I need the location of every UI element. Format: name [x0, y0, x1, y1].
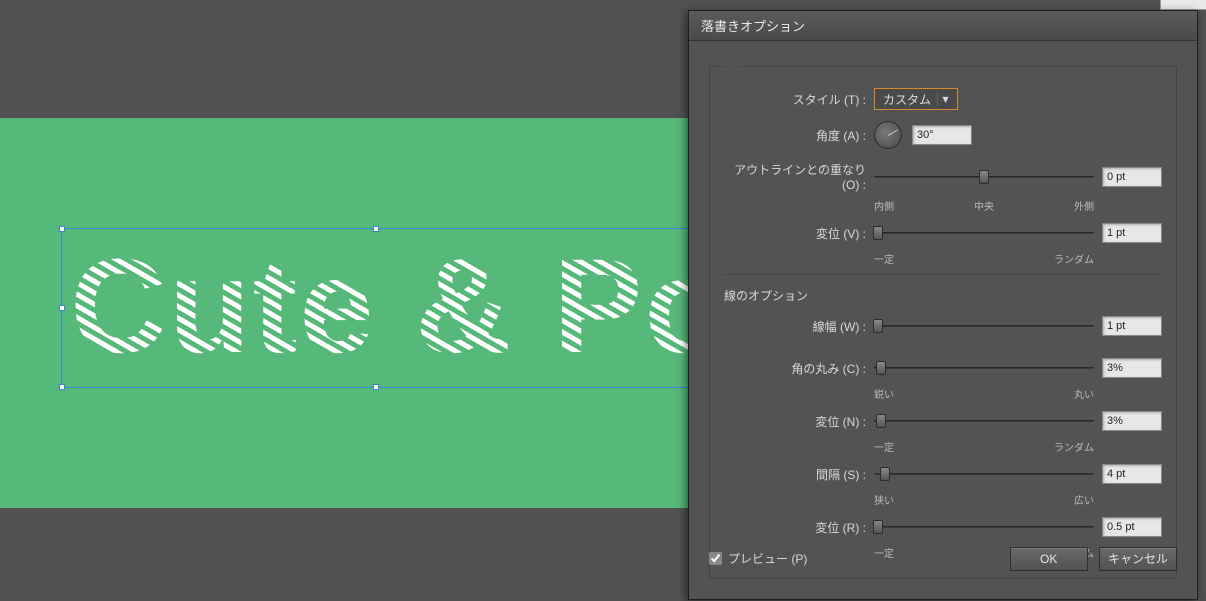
spacing-tick-right: 広い: [1074, 492, 1162, 507]
curve-input[interactable]: [1102, 358, 1162, 378]
style-label: スタイル (T) :: [724, 91, 874, 108]
spacing-tick-left: 狭い: [724, 492, 894, 507]
spacing-slider[interactable]: [874, 464, 1094, 484]
spacing-var-input[interactable]: [1102, 517, 1162, 537]
selection-handle[interactable]: [59, 226, 65, 232]
preview-checkbox-input[interactable]: [709, 552, 722, 565]
spacing-input[interactable]: [1102, 464, 1162, 484]
curve-var-tick-left: 一定: [724, 439, 894, 454]
curve-var-slider[interactable]: [874, 411, 1094, 431]
spacing-var-slider[interactable]: [874, 517, 1094, 537]
preview-label: プレビュー (P): [728, 550, 807, 567]
overlap-var-label: 変位 (V) :: [724, 225, 874, 242]
cancel-button[interactable]: キャンセル: [1099, 547, 1177, 571]
chevron-down-icon: ▾: [937, 92, 953, 106]
curve-tick-left: 鋭い: [724, 386, 894, 401]
overlap-tick-outer: 外側: [1074, 198, 1162, 213]
selection-handle[interactable]: [59, 384, 65, 390]
curve-label: 角の丸み (C) :: [724, 360, 874, 377]
style-dropdown-value: カスタム: [883, 91, 931, 108]
overlap-var-tick-right: ランダム: [1054, 251, 1162, 266]
overlap-tick-center: 中央: [974, 198, 994, 213]
overlap-label: アウトラインとの重なり (O) :: [724, 161, 874, 192]
overlap-input[interactable]: [1102, 167, 1162, 187]
angle-input[interactable]: [912, 125, 972, 145]
dialog-title[interactable]: 落書きオプション: [689, 11, 1197, 41]
spacing-var-label: 変位 (R) :: [724, 519, 874, 536]
angle-label: 角度 (A) :: [724, 127, 874, 144]
style-dropdown[interactable]: カスタム ▾: [874, 88, 958, 110]
preview-checkbox[interactable]: プレビュー (P): [709, 550, 807, 567]
overlap-tick-inner: 内側: [724, 198, 894, 213]
curve-var-label: 変位 (N) :: [724, 413, 874, 430]
overlap-var-slider[interactable]: [874, 223, 1094, 243]
overlap-var-input[interactable]: [1102, 223, 1162, 243]
spacing-label: 間隔 (S) :: [724, 466, 874, 483]
width-input[interactable]: [1102, 316, 1162, 336]
line-options-title: 線のオプション: [724, 287, 1162, 304]
angle-dial[interactable]: [874, 121, 902, 149]
scribble-options-dialog: 落書きオプション . スタイル (T) : カスタム ▾ 角度 (A) :: [688, 10, 1198, 600]
overlap-var-tick-left: 一定: [724, 251, 894, 266]
curve-tick-right: 丸い: [1074, 386, 1162, 401]
width-slider[interactable]: [874, 316, 1094, 336]
overlap-slider[interactable]: [874, 167, 1094, 187]
ok-button[interactable]: OK: [1010, 547, 1088, 571]
settings-group: . スタイル (T) : カスタム ▾ 角度 (A) : アウトラインとの重なり…: [709, 59, 1177, 579]
panel-grab-strip: [1160, 0, 1206, 10]
curve-slider[interactable]: [874, 358, 1094, 378]
scribble-text-object[interactable]: Cute & Po: [70, 240, 728, 374]
selection-handle[interactable]: [59, 305, 65, 311]
curve-var-input[interactable]: [1102, 411, 1162, 431]
artboard: Cute & Po: [0, 118, 690, 508]
curve-var-tick-right: ランダム: [1054, 439, 1162, 454]
selection-handle[interactable]: [373, 384, 379, 390]
width-label: 線幅 (W) :: [724, 318, 874, 335]
